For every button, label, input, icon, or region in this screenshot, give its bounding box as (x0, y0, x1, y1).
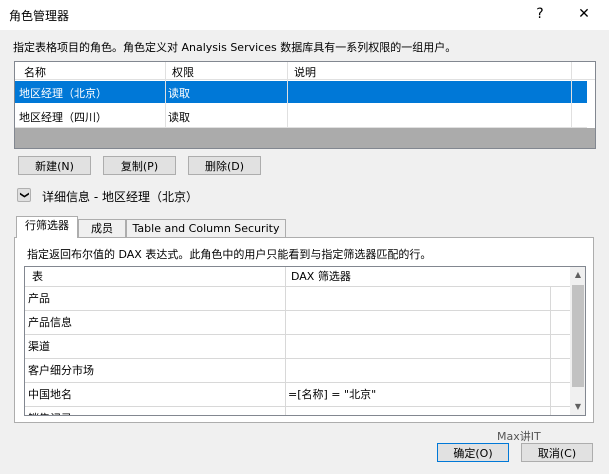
table-row[interactable]: 客户细分市场 (25, 359, 570, 383)
table-row[interactable]: 产品 (25, 287, 570, 311)
chevron-down-icon: ❯ (18, 191, 29, 199)
dax-filter-cell[interactable] (285, 359, 550, 382)
role-name-cell: 地区经理（四川） (19, 111, 107, 124)
vertical-scrollbar[interactable]: ▲ ▼ (570, 267, 585, 415)
table-name-cell: 中国地名 (28, 388, 72, 401)
dax-filter-cell[interactable] (285, 335, 550, 358)
column-header-description[interactable]: 说明 (294, 64, 316, 80)
column-divider (571, 62, 572, 128)
roles-table: 名称 权限 说明 地区经理（北京） 读取 地区经理（四川） 读取 (14, 61, 596, 149)
column-divider (165, 62, 166, 128)
new-role-button[interactable]: 新建(N) (18, 156, 91, 175)
window-title: 角色管理器 (9, 9, 70, 23)
role-name-cell: 地区经理（北京） (19, 87, 107, 100)
table-name-cell: 产品信息 (28, 316, 72, 329)
dax-filter-cell[interactable]: =[名称] = "北京" (285, 383, 550, 406)
column-header-permission[interactable]: 权限 (172, 64, 194, 80)
tab-members[interactable]: 成员 (78, 219, 126, 238)
table-name-cell: 销售记录 (25, 407, 285, 415)
scroll-down-icon[interactable]: ▼ (570, 399, 585, 415)
tab-row-filters[interactable]: 行筛选器 (16, 216, 78, 238)
role-permission-cell: 读取 (168, 111, 190, 124)
grid-header: 表 DAX 筛选器 (25, 267, 570, 287)
expand-collapse-icon[interactable]: ❯ (17, 188, 31, 202)
role-permission-cell: 读取 (168, 87, 190, 100)
table-name-cell: 渠道 (28, 340, 50, 353)
delete-role-button[interactable]: 删除(D) (188, 156, 261, 175)
close-button[interactable]: ✕ (569, 3, 599, 25)
row-filter-description: 指定返回布尔值的 DAX 表达式。此角色中的用户只能看到与指定筛选器匹配的行。 (27, 248, 432, 261)
scroll-up-icon[interactable]: ▲ (570, 267, 585, 283)
table-row[interactable]: 渠道 (25, 335, 570, 359)
column-divider (285, 267, 286, 415)
cancel-button[interactable]: 取消(C) (521, 443, 593, 462)
row-filter-grid: 表 DAX 筛选器 产品 产品信息 渠道 客户细分市场 中国地名 =[名称] =… (24, 266, 586, 416)
column-header-name[interactable]: 名称 (24, 64, 46, 80)
table-row[interactable]: 产品信息 (25, 311, 570, 335)
table-row[interactable]: 销售记录 (25, 407, 570, 415)
dax-filter-cell[interactable] (285, 287, 550, 310)
details-label: 详细信息 - 地区经理（北京） (42, 190, 198, 204)
dax-filter-cell[interactable] (285, 407, 550, 415)
table-name-cell: 产品 (28, 292, 50, 305)
column-header-dax-filter: DAX 筛选器 (291, 270, 351, 283)
dialog-description: 指定表格项目的角色。角色定义对 Analysis Services 数据库具有一… (13, 41, 457, 54)
table-name-cell: 客户细分市场 (28, 364, 94, 377)
ok-button[interactable]: 确定(O) (437, 443, 509, 462)
column-divider (287, 62, 288, 128)
help-button[interactable]: ? (525, 3, 555, 25)
table-row[interactable]: 中国地名 =[名称] = "北京" (25, 383, 570, 407)
dax-filter-cell[interactable] (285, 311, 550, 334)
watermark: Max讲IT (497, 430, 541, 443)
column-header-table: 表 (32, 270, 43, 283)
column-divider (550, 287, 551, 415)
table-empty-area (15, 128, 595, 148)
copy-role-button[interactable]: 复制(P) (103, 156, 176, 175)
scrollbar-thumb[interactable] (572, 285, 584, 387)
tab-table-column-security[interactable]: Table and Column Security (126, 219, 286, 238)
title-bar (0, 0, 609, 30)
